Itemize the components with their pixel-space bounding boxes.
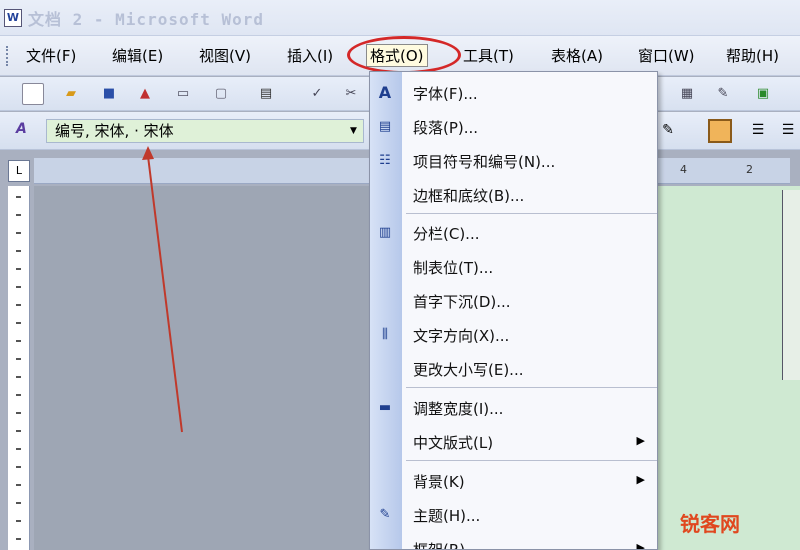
document-canvas[interactable] — [34, 186, 370, 550]
paragraph-icon: ▤ — [378, 119, 392, 134]
menu-view[interactable]: 视图(V) — [199, 45, 251, 66]
title-bar: W 文档 2 - Microsoft Word — [0, 0, 800, 36]
menu-item-label: 段落(P)... — [413, 119, 479, 137]
menu-item-label: 背景(K) — [413, 473, 465, 491]
menu-item-label: 分栏(C)... — [413, 225, 480, 243]
columns-icon: ▥ — [378, 225, 392, 240]
styles-and-formatting-icon[interactable]: A — [16, 121, 38, 141]
menu-table[interactable]: 表格(A) — [551, 45, 603, 66]
permission-icon[interactable]: ▲ — [134, 83, 156, 105]
align-center-icon[interactable]: ☰ — [746, 119, 770, 143]
research-icon[interactable]: ▤ — [255, 83, 277, 105]
menu-item-frames[interactable]: 框架(R) ▶ — [370, 532, 657, 550]
print-icon[interactable]: ▭ — [172, 83, 194, 105]
insert-table-icon[interactable]: ▦ — [676, 83, 698, 105]
bullets-icon: ☷ — [379, 153, 391, 168]
menu-item-columns[interactable]: ▥ 分栏(C)... — [370, 216, 657, 250]
cut-icon[interactable]: ✂ — [340, 83, 362, 105]
menu-separator — [406, 213, 657, 214]
menu-item-tabs[interactable]: 制表位(T)... — [370, 250, 657, 284]
menu-separator — [406, 460, 657, 461]
menu-item-label: 框架(R) — [413, 541, 466, 550]
align-right-icon[interactable]: ☰ — [776, 119, 800, 143]
document-page[interactable] — [655, 186, 800, 550]
tab-selector-icon[interactable]: L — [8, 160, 30, 182]
spelling-icon[interactable]: ✓ — [306, 83, 328, 105]
window-title: 文档 2 - Microsoft Word — [28, 9, 265, 29]
menu-file[interactable]: 文件(F) — [26, 45, 76, 66]
menu-item-background[interactable]: 背景(K) ▶ — [370, 464, 657, 498]
menu-item-bullets[interactable]: ☷ 项目符号和编号(N)... — [370, 144, 657, 178]
highlight-pen-icon[interactable]: ✎ — [656, 119, 680, 143]
style-select[interactable]: 编号, 宋体, · 宋体 — [46, 119, 364, 143]
menu-item-change-case[interactable]: 更改大小写(E)... — [370, 352, 657, 386]
menu-separator — [406, 387, 657, 388]
menu-item-label: 边框和底纹(B)... — [413, 187, 525, 205]
menu-help[interactable]: 帮助(H) — [726, 45, 779, 66]
chevron-right-icon: ▶ — [636, 434, 645, 447]
menu-item-label: 项目符号和编号(N)... — [413, 153, 556, 171]
chevron-right-icon: ▶ — [636, 473, 645, 486]
task-pane-edge[interactable] — [782, 190, 800, 380]
menu-item-theme[interactable]: ✎ 主题(H)... — [370, 498, 657, 532]
menu-item-label: 制表位(T)... — [413, 259, 494, 277]
chevron-down-icon[interactable]: ▼ — [350, 126, 357, 136]
print-preview-icon[interactable]: ▢ — [210, 83, 232, 105]
menu-edit[interactable]: 编辑(E) — [112, 45, 163, 66]
menu-item-label: 中文版式(L) — [413, 434, 494, 452]
menu-item-label: 调整宽度(I)... — [413, 400, 504, 418]
menu-tools[interactable]: 工具(T) — [463, 45, 514, 66]
menu-item-asian-layout[interactable]: 中文版式(L) ▶ — [370, 425, 657, 459]
word-document-icon: W — [4, 8, 22, 27]
menu-insert[interactable]: 插入(I) — [287, 45, 333, 66]
watermark-logo: 锐客网 — [680, 512, 740, 536]
open-folder-icon[interactable]: ▰ — [60, 83, 82, 105]
font-A-icon: A — [378, 83, 392, 102]
drawing-icon[interactable]: ✎ — [712, 83, 734, 105]
menu-item-borders[interactable]: 边框和底纹(B)... — [370, 178, 657, 212]
theme-icon: ✎ — [379, 507, 391, 522]
format-dropdown-menu: A 字体(F)... ▤ 段落(P)... ☷ 项目符号和编号(N)... 边框… — [369, 71, 658, 550]
save-icon[interactable]: ■ — [98, 83, 120, 105]
adjust-width-icon: ▬ — [378, 400, 392, 415]
menu-window[interactable]: 窗口(W) — [638, 45, 695, 66]
menu-item-text-direction[interactable]: ⫼ 文字方向(X)... — [370, 318, 657, 352]
ruler-number: 4 — [680, 163, 687, 176]
menu-item-label: 文字方向(X)... — [413, 327, 510, 345]
menu-item-drop-cap[interactable]: 首字下沉(D)... — [370, 284, 657, 318]
menu-item-adjust-width[interactable]: ▬ 调整宽度(I)... — [370, 391, 657, 425]
menu-bar: 文件(F) 编辑(E) 视图(V) 插入(I) 格式(O) 工具(T) 表格(A… — [0, 36, 800, 76]
new-document-icon[interactable] — [22, 83, 44, 105]
menu-item-paragraph[interactable]: ▤ 段落(P)... — [370, 110, 657, 144]
menu-item-label: 首字下沉(D)... — [413, 293, 511, 311]
menu-item-label: 更改大小写(E)... — [413, 361, 524, 379]
vertical-ruler[interactable] — [8, 186, 30, 550]
menu-item-label: 主题(H)... — [413, 507, 481, 525]
chevron-right-icon: ▶ — [636, 541, 645, 550]
toolbar-grip-handle[interactable] — [6, 46, 9, 66]
menu-item-label: 字体(F)... — [413, 85, 478, 103]
menu-format[interactable]: 格式(O) — [366, 44, 428, 67]
text-direction-icon: ⫼ — [382, 327, 388, 342]
ruler-number: 2 — [746, 163, 753, 176]
align-left-icon[interactable] — [708, 119, 732, 143]
document-map-icon[interactable]: ▣ — [752, 83, 774, 105]
menu-item-font[interactable]: A 字体(F)... — [370, 76, 657, 110]
